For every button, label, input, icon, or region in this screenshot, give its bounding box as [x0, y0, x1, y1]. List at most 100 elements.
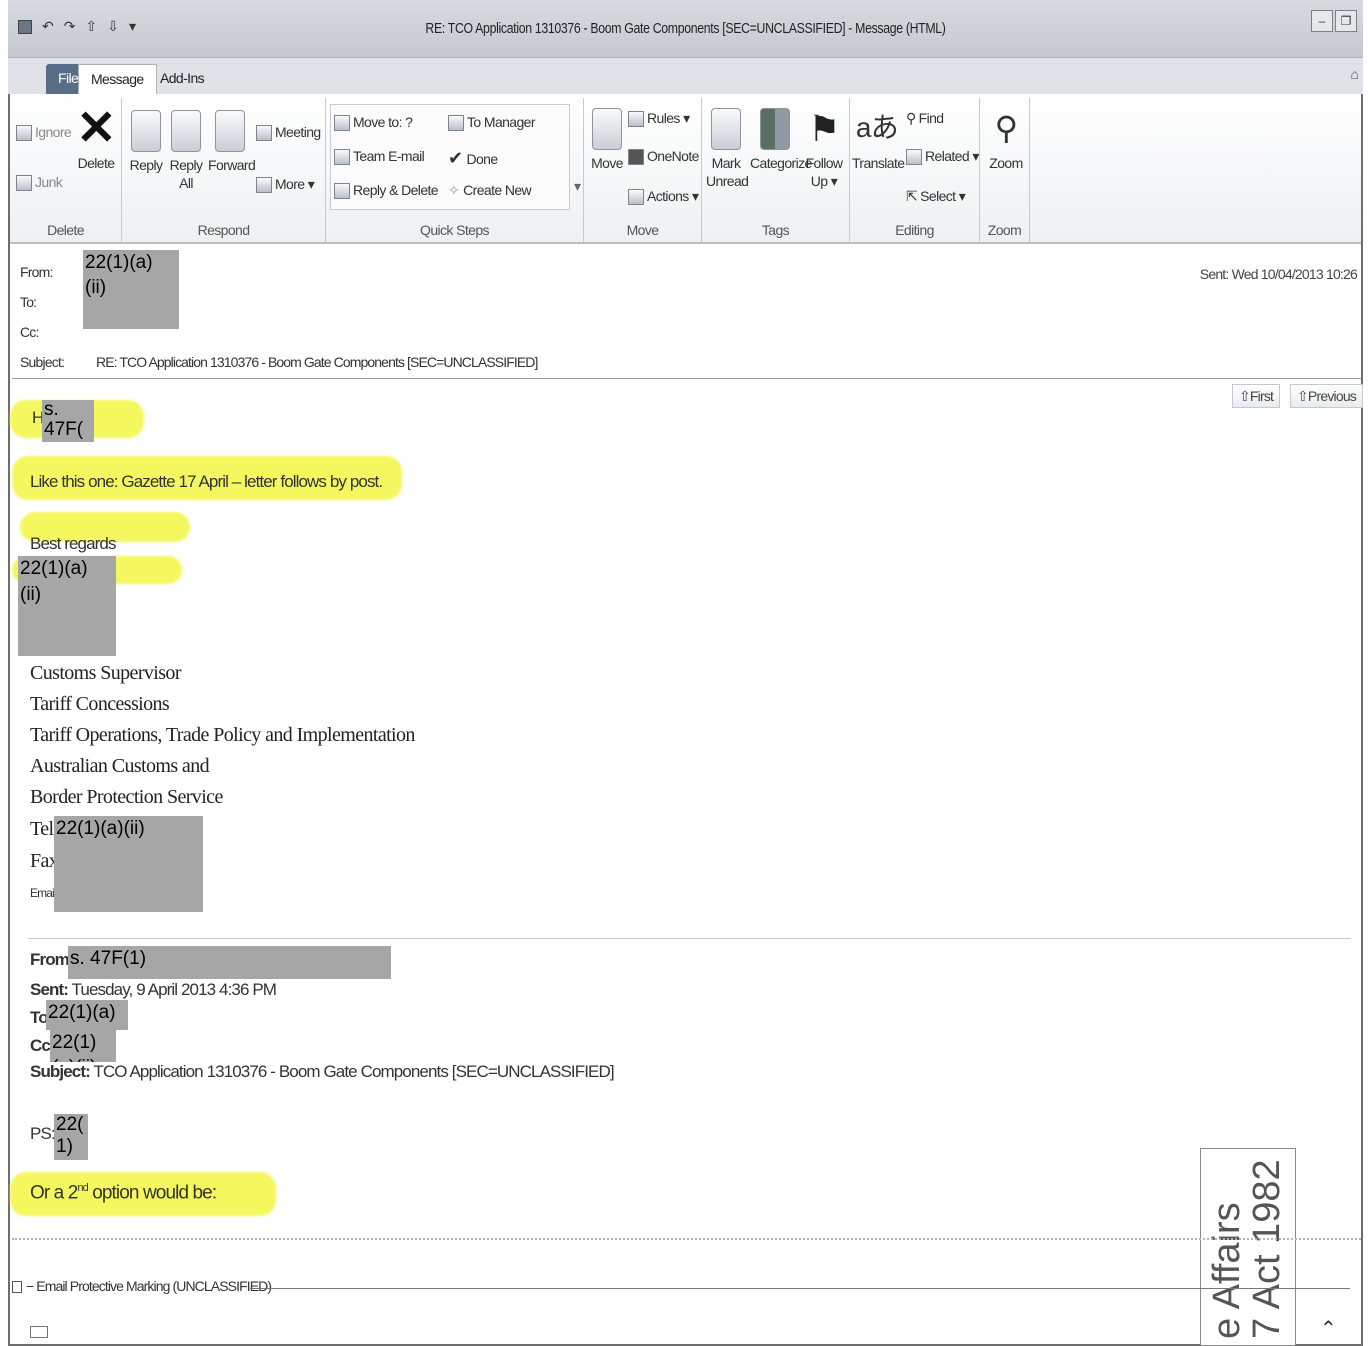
meeting-icon [256, 125, 272, 142]
people-pane-icon[interactable] [30, 1326, 48, 1338]
minimize-icon[interactable]: – [1311, 10, 1333, 32]
envelope-icon [711, 108, 741, 150]
ignore-button[interactable]: Ignore [16, 124, 72, 142]
reply-icon [131, 110, 161, 152]
forward-button[interactable]: Forward [208, 110, 256, 174]
up-arrow-icon[interactable]: ⇧ [85, 18, 97, 35]
follow-up-button[interactable]: ⚑ Follow Up ▾ [804, 108, 844, 190]
to-label: To: [20, 294, 37, 310]
cc-label: Cc: [20, 324, 39, 340]
actions-button[interactable]: Actions ▾ [628, 188, 699, 206]
magnifier-icon: ⚲ [994, 110, 1018, 146]
flag-icon: ⚑ [808, 108, 840, 149]
sparkle-icon: ✧ [448, 182, 460, 198]
actions-icon [628, 189, 644, 206]
categorize-icon [760, 108, 790, 150]
group-label-editing: Editing [895, 222, 934, 238]
forward-divider [28, 938, 1351, 939]
redaction-contact: 22(1)(a)(ii) [54, 816, 203, 912]
email-label: Email [30, 886, 56, 900]
collapse-ribbon-icon[interactable]: ⌂ [1351, 66, 1359, 82]
quickstep-move-to[interactable]: Move to: ? [334, 114, 413, 132]
sig-line: Tariff Operations, Trade Policy and Impl… [30, 724, 415, 746]
tab-message[interactable]: Message [78, 64, 157, 94]
marking-divider [250, 1288, 1350, 1289]
quickstep-create-new[interactable]: ✧ Create New [448, 182, 532, 199]
zoom-button[interactable]: ⚲ Zoom [986, 106, 1026, 172]
team-email-icon [334, 149, 350, 166]
undo-icon[interactable]: ↶ [42, 18, 54, 35]
group-label-quick-steps: Quick Steps [420, 222, 489, 238]
ps-label: PS: [30, 1124, 56, 1143]
meeting-button[interactable]: Meeting [256, 124, 321, 142]
subject-label: Subject: [20, 354, 65, 370]
translate-button[interactable]: aあ Translate [852, 106, 905, 172]
sig-line: Tariff Concessions [30, 693, 170, 715]
group-label-move: Move [626, 222, 659, 238]
redaction-header: 22(1)(a) (ii) [83, 250, 179, 329]
protective-marking-bar[interactable]: − Email Protective Marking (UNCLASSIFIED… [12, 1278, 272, 1294]
forward-icon [215, 110, 245, 152]
quick-access-toolbar: ↶ ↷ ⇧ ⇩ ▾ [18, 18, 136, 35]
delete-button[interactable]: ✕ Delete [76, 105, 116, 172]
sent-date: Sent: Wed 10/04/2013 10:26 [1199, 266, 1358, 282]
group-respond: Reply Reply All Forward Meeting More ▾ R… [122, 98, 326, 242]
mark-unread-button[interactable]: Mark Unread [706, 108, 749, 190]
group-editing: aあ Translate ⚲ Find Related ▾ ⇱ Select ▾ E… [850, 98, 980, 242]
reply-button[interactable]: Reply [128, 110, 164, 174]
quickstep-reply-delete[interactable]: Reply & Delete [334, 182, 439, 200]
window-controls: – ❐ [1311, 10, 1357, 32]
tab-add-ins[interactable]: Add-Ins [148, 64, 216, 94]
foi-stamp: e Affairs 7 Act 1982 [1200, 1148, 1296, 1346]
quick-steps-more-icon[interactable]: ▾ [574, 178, 581, 195]
redaction-fwd-cc: 22(1) (a)(ii) [50, 1030, 116, 1062]
binoculars-icon: ⚲ [906, 110, 916, 126]
junk-button[interactable]: Junk [16, 174, 63, 192]
move-button[interactable]: Move [590, 108, 624, 172]
quickstep-done[interactable]: ✔ Done [448, 148, 498, 169]
select-button[interactable]: ⇱ Select ▾ [906, 188, 966, 205]
restore-icon[interactable]: ❐ [1335, 10, 1357, 32]
redaction-fwd-to: 22(1)(a) [46, 1000, 128, 1030]
group-move: Move Rules ▾ OneNote Actions ▾ Move [584, 98, 702, 242]
ignore-icon [16, 125, 32, 142]
from-label: From: [20, 264, 53, 280]
message-line1: Like this one: Gazette 17 April – letter… [30, 472, 383, 491]
onenote-button[interactable]: OneNote [628, 148, 699, 166]
down-arrow-icon[interactable]: ⇩ [107, 18, 119, 35]
ribbon-tabs: File Message Add-Ins [8, 58, 1363, 94]
quickstep-team-email[interactable]: Team E-mail [334, 148, 425, 166]
sig-line: Customs Supervisor [30, 662, 181, 684]
redo-icon[interactable]: ↷ [64, 18, 76, 35]
option-line: Or a 2nd option would be: [30, 1182, 217, 1204]
redaction-ps: 22( 1) [54, 1114, 88, 1160]
more-icon [256, 177, 272, 194]
translate-icon: aあ [855, 112, 899, 143]
quickstep-to-manager[interactable]: To Manager [448, 114, 536, 132]
reading-pane-splitter[interactable] [12, 1238, 1361, 1240]
redaction-greeting: s. 47F( [42, 400, 94, 442]
sig-line: Australian Customs and [30, 755, 210, 777]
rules-button[interactable]: Rules ▾ [628, 110, 690, 128]
first-button[interactable]: ⇧First [1232, 384, 1281, 408]
save-icon[interactable] [18, 19, 32, 34]
collapse-icon[interactable] [12, 1281, 22, 1294]
title-bar: ↶ ↷ ⇧ ⇩ ▾ RE: TCO Application 1310376 - … [8, 0, 1363, 58]
group-label-tags: Tags [761, 222, 790, 238]
expand-people-icon[interactable]: ⌃ [1320, 1316, 1337, 1341]
find-button[interactable]: ⚲ Find [906, 110, 944, 127]
group-tags: Mark Unread Categorize ⚑ Follow Up ▾ Tag… [702, 98, 850, 242]
sig-line: Border Protection Service [30, 786, 223, 808]
reply-all-button[interactable]: Reply All [168, 110, 204, 192]
group-quick-steps: Move to: ? Team E-mail Reply & Delete To… [326, 98, 584, 242]
related-button[interactable]: Related ▾ [906, 148, 979, 166]
sign-off: Best regards [30, 534, 116, 553]
more-respond-button[interactable]: More ▾ [256, 176, 315, 194]
related-icon [906, 149, 922, 166]
previous-button[interactable]: ⇧Previous [1290, 384, 1363, 408]
subject-value: RE: TCO Application 1310376 - Boom Gate … [96, 354, 538, 370]
message-header: From: To: Cc: Subject: RE: TCO Applicati… [12, 250, 1361, 378]
categorize-button[interactable]: Categorize [750, 108, 812, 172]
move-to-icon [334, 115, 350, 132]
checkmark-icon: ✔ [448, 148, 463, 168]
